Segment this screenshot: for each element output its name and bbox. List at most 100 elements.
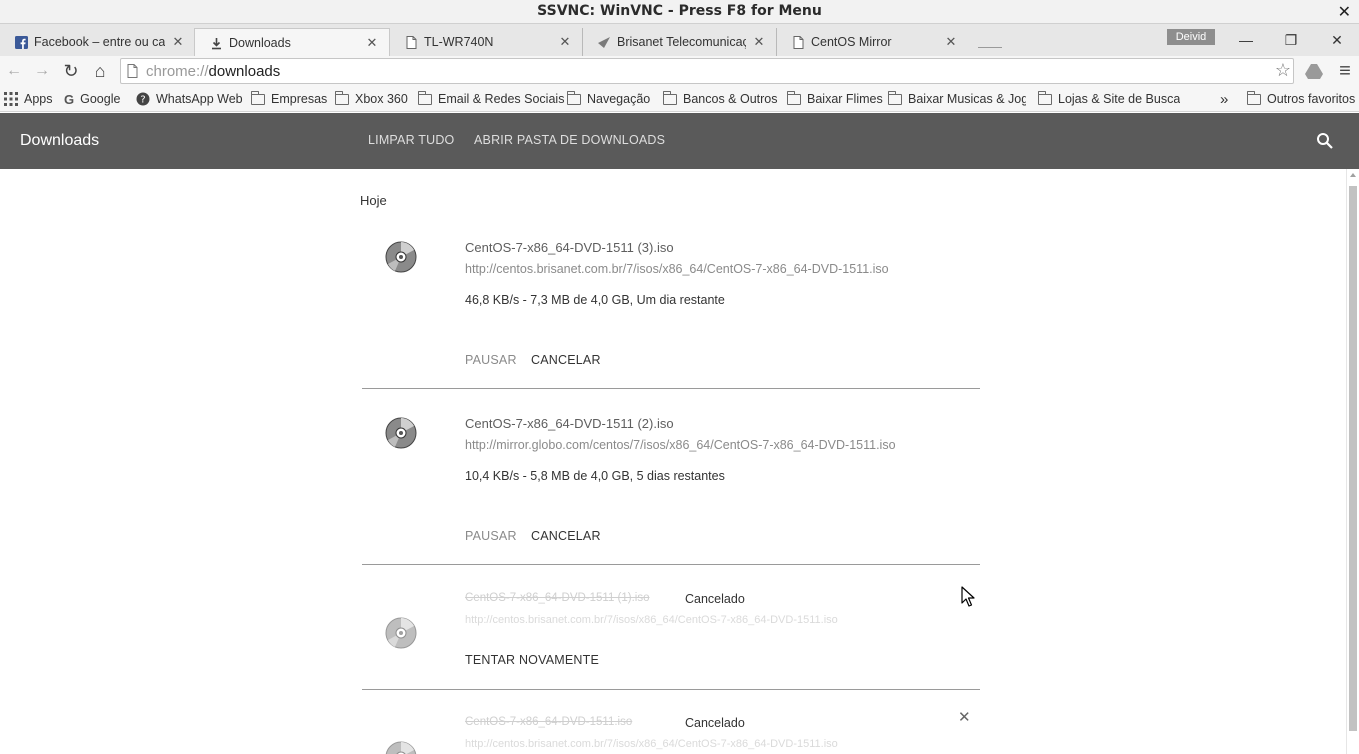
tab-strip: Facebook – entre ou cada ✕ Downloads ✕ T… [0, 24, 1359, 57]
home-button[interactable]: ⌂ [89, 60, 111, 82]
bookmark-whatsapp[interactable]: ? WhatsApp Web [136, 90, 243, 108]
download-source-url[interactable]: http://centos.brisanet.com.br/7/isos/x86… [465, 262, 889, 276]
disc-file-icon [385, 617, 417, 654]
drive-extension-icon[interactable] [1303, 60, 1325, 82]
pause-button[interactable]: PAUSAR [465, 353, 517, 367]
tab-close-icon[interactable]: ✕ [169, 34, 187, 50]
open-downloads-folder-button[interactable]: ABRIR PASTA DE DOWNLOADS [474, 133, 665, 147]
vnc-close-button[interactable]: ✕ [1338, 2, 1351, 21]
bookmark-folder-lojas[interactable]: Lojas & Site de Busca [1038, 90, 1180, 108]
item-divider [362, 689, 980, 690]
bookmark-folder-email[interactable]: Email & Redes Sociais [418, 90, 564, 108]
disc-file-icon [385, 417, 417, 454]
new-tab-button[interactable] [978, 38, 1002, 48]
bookmark-other-favorites[interactable]: Outros favoritos [1247, 90, 1355, 108]
tab-downloads[interactable]: Downloads ✕ [194, 28, 390, 57]
bookmark-label: Navegação [587, 92, 651, 106]
bookmark-folder-navegacao[interactable]: Navegação [567, 90, 650, 108]
window-close-button[interactable]: ✕ [1315, 24, 1359, 56]
minimize-button[interactable]: — [1224, 24, 1268, 56]
tab-centos-mirror[interactable]: CentOS Mirror ✕ [776, 28, 968, 56]
download-filename[interactable]: CentOS-7-x86_64-DVD-1511 (2).iso [465, 416, 674, 431]
bookmark-apps[interactable]: Apps [4, 90, 53, 108]
vnc-window-title: SSVNC: WinVNC - Press F8 for Menu [537, 3, 822, 19]
back-button[interactable]: ← [3, 60, 25, 82]
tab-close-icon[interactable]: ✕ [750, 34, 768, 50]
download-filename: CentOS-7-x86_64-DVD-1511 (1).iso [465, 592, 650, 604]
bookmarks-overflow-chevron-icon[interactable]: » [1220, 90, 1228, 108]
item-divider [362, 564, 980, 565]
bookmark-folder-musicas[interactable]: Baixar Musicas & Jogos [888, 90, 1026, 108]
chrome-menu-button[interactable]: ≡ [1334, 60, 1356, 82]
bookmark-label: Baixar Musicas & Jogos [908, 92, 1026, 106]
page-scrollbar[interactable] [1346, 169, 1359, 754]
remove-from-list-icon[interactable]: ✕ [958, 708, 971, 726]
bookmark-label: Apps [24, 92, 53, 106]
date-group-label: Hoje [360, 193, 387, 208]
bookmark-google[interactable]: G Google [64, 90, 120, 108]
disc-file-icon [385, 741, 417, 754]
tab-label: Facebook – entre ou cada [34, 35, 165, 49]
tab-facebook[interactable]: Facebook – entre ou cada ✕ [0, 28, 195, 56]
url-text: chrome://downloads [146, 63, 280, 80]
bookmarks-bar: Apps G Google ? WhatsApp Web Empresas Xb… [0, 86, 1359, 112]
profile-badge[interactable]: Deivid [1167, 29, 1215, 45]
apps-grid-icon [4, 92, 18, 106]
tab-brisanet[interactable]: Brisanet Telecomunicaçõe ✕ [582, 28, 776, 56]
address-bar[interactable]: chrome://downloads ☆ [120, 58, 1294, 84]
scrollbar-thumb[interactable] [1349, 186, 1357, 731]
bookmark-label: Empresas [271, 92, 328, 106]
bookmark-label: Lojas & Site de Busca [1058, 92, 1181, 106]
page-icon [791, 35, 805, 49]
clear-all-button[interactable]: LIMPAR TUDO [368, 133, 454, 147]
bookmark-folder-filmes[interactable]: Baixar Flimes [787, 90, 883, 108]
svg-text:?: ? [140, 95, 145, 106]
download-item: CentOS-7-x86_64-DVD-1511 (3).iso http://… [362, 229, 980, 389]
tab-tl-wr740n[interactable]: TL-WR740N ✕ [390, 28, 582, 56]
item-divider [362, 388, 980, 389]
folder-icon [1247, 90, 1261, 105]
folder-icon [418, 90, 432, 105]
tab-label: Downloads [229, 36, 291, 50]
url-scheme: chrome:// [146, 63, 209, 80]
download-progress-text: 46,8 KB/s - 7,3 MB de 4,0 GB, Um dia res… [465, 293, 725, 307]
tab-close-icon[interactable]: ✕ [942, 34, 960, 50]
download-icon [209, 36, 223, 50]
bookmark-star-icon[interactable]: ☆ [1275, 60, 1291, 81]
pause-button[interactable]: PAUSAR [465, 529, 517, 543]
tab-close-icon[interactable]: ✕ [556, 34, 574, 50]
download-source-url: http://centos.brisanet.com.br/7/isos/x86… [465, 738, 838, 750]
bookmark-folder-empresas[interactable]: Empresas [251, 90, 327, 108]
tab-label: Brisanet Telecomunicaçõe [617, 35, 746, 49]
reload-button[interactable]: ↻ [60, 60, 82, 82]
download-filename[interactable]: CentOS-7-x86_64-DVD-1511 (3).iso [465, 240, 674, 255]
mouse-cursor-icon [961, 586, 975, 613]
page-icon [404, 35, 418, 49]
brisanet-icon [597, 35, 611, 49]
download-item: CentOS-7-x86_64-DVD-1511 (2).iso http://… [362, 405, 980, 565]
whatsapp-icon: ? [136, 92, 150, 106]
forward-button[interactable]: → [31, 60, 53, 82]
download-progress-text: 10,4 KB/s - 5,8 MB de 4,0 GB, 5 dias res… [465, 469, 725, 483]
bookmark-label: Bancos & Outros [683, 92, 778, 106]
google-icon: G [64, 91, 75, 107]
download-state-label: Cancelado [685, 716, 745, 730]
bookmark-folder-xbox[interactable]: Xbox 360 [335, 90, 408, 108]
download-state-label: Cancelado [685, 592, 745, 606]
cancel-button[interactable]: CANCELAR [531, 353, 601, 367]
search-icon[interactable] [1316, 132, 1334, 155]
downloads-list: Hoje CentOS-7-x86_64-DVD-1511 (3).iso ht… [0, 169, 1355, 754]
bookmark-label: Email & Redes Sociais [438, 92, 565, 106]
folder-icon [787, 90, 801, 105]
restore-button[interactable]: ❐ [1269, 24, 1313, 56]
download-source-url[interactable]: http://mirror.globo.com/centos/7/isos/x8… [465, 438, 896, 452]
tab-label: CentOS Mirror [811, 35, 892, 49]
bookmark-folder-bancos[interactable]: Bancos & Outros [663, 90, 778, 108]
downloads-header: Downloads LIMPAR TUDO ABRIR PASTA DE DOW… [0, 113, 1359, 169]
cancel-button[interactable]: CANCELAR [531, 529, 601, 543]
tab-close-icon[interactable]: ✕ [363, 35, 381, 51]
scroll-up-arrow-icon[interactable] [1350, 173, 1356, 177]
retry-button[interactable]: TENTAR NOVAMENTE [465, 653, 599, 667]
folder-icon [251, 90, 265, 105]
download-item-cancelled: CentOS-7-x86_64-DVD-1511.iso Cancelado h… [362, 705, 980, 754]
